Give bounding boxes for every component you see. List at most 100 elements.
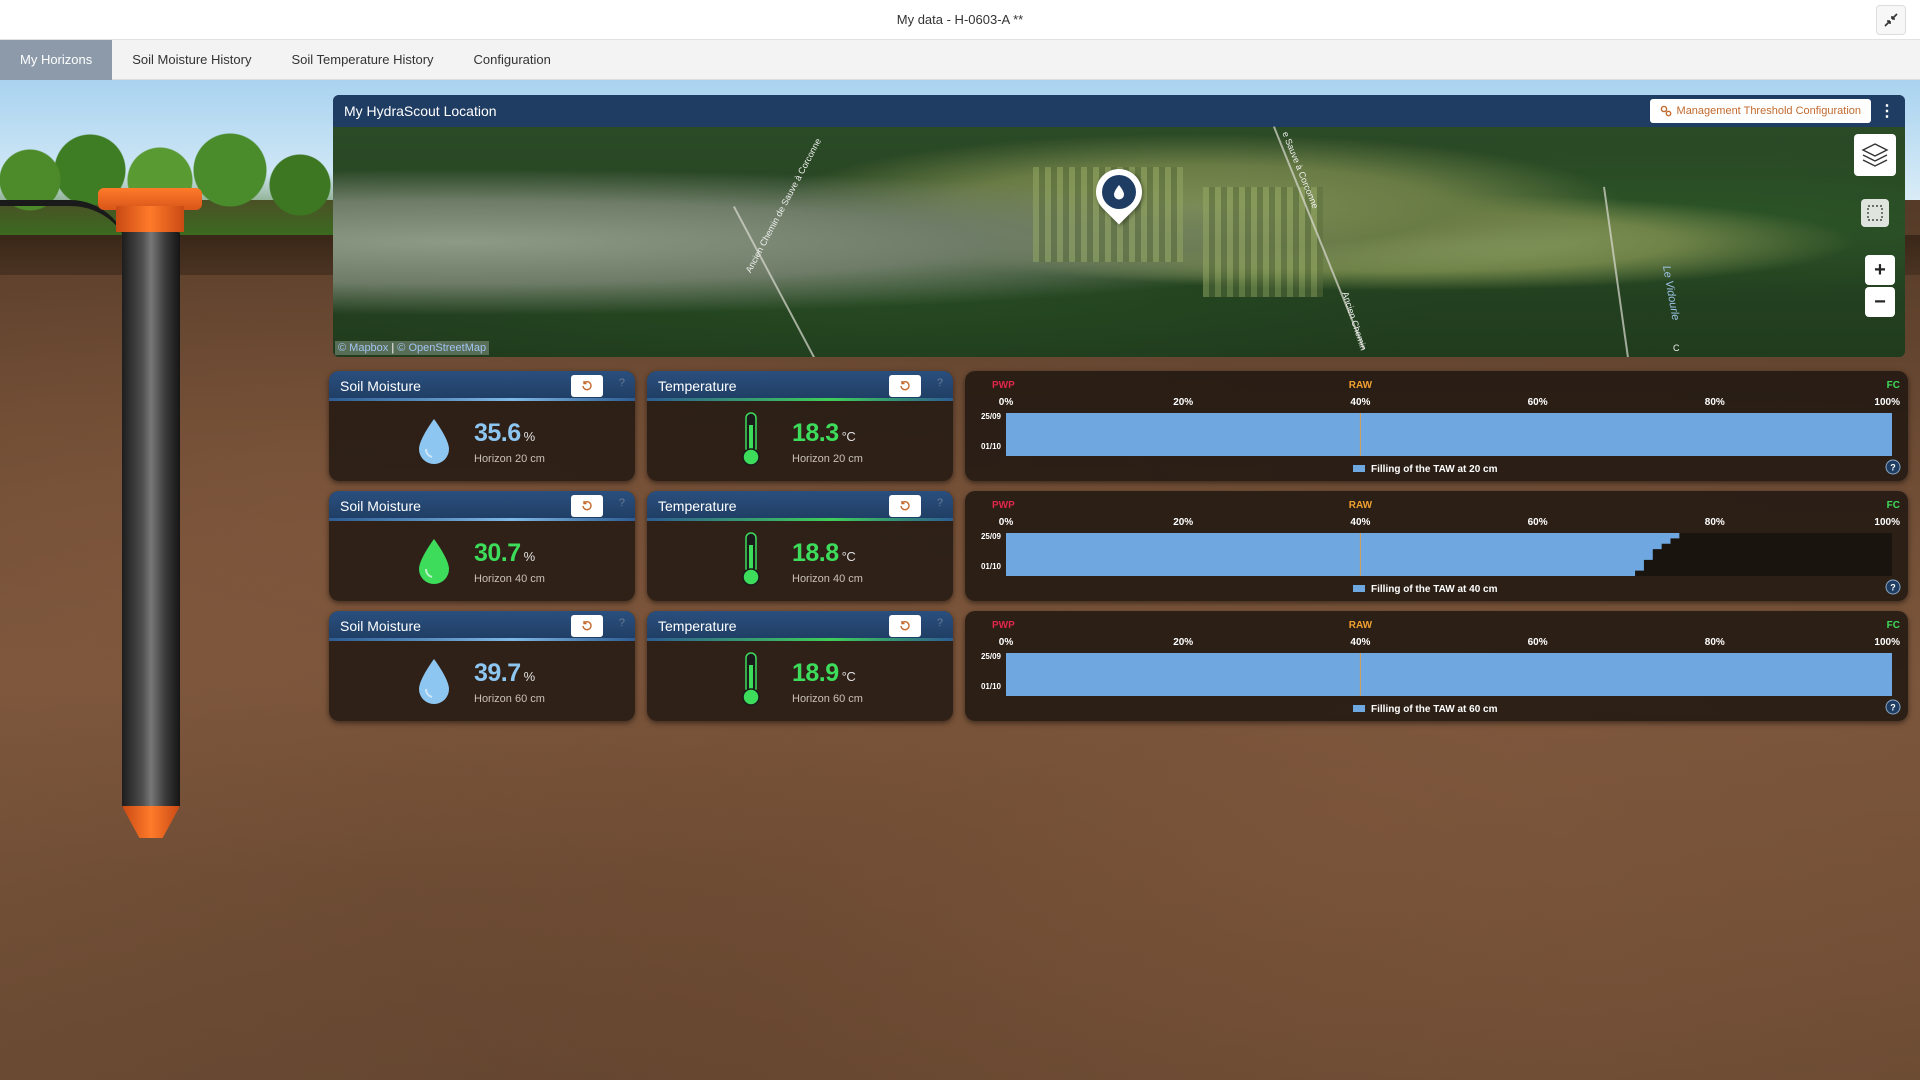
threshold-label-fc: FC [1887,500,1900,511]
moisture-number: 35.6 [474,419,521,447]
card-body: 18.8 °C Horizon 40 cm [647,521,953,601]
temperature-number: 18.3 [792,419,839,447]
water-drop-icon [419,419,449,464]
help-icon[interactable]: ? [619,377,625,389]
moisture-value: 39.7% [474,659,535,688]
map-road [733,206,829,357]
history-button[interactable] [571,615,603,637]
temperature-value: 18.3 °C [792,419,856,448]
moisture-unit: % [523,429,536,444]
x-tick-label: 0% [999,637,1014,648]
y-tick-label: 01/10 [981,562,1002,571]
help-icon[interactable]: ? [937,377,943,389]
help-icon[interactable]: ? [937,617,943,629]
zoom-out-button[interactable]: − [1865,287,1895,317]
x-tick-label: 100% [1874,637,1900,648]
map-header: My HydraScout Location Management Thresh… [333,95,1905,127]
history-button[interactable] [571,495,603,517]
layers-icon [1861,143,1889,167]
x-tick-label: 20% [1173,637,1193,648]
x-tick-label: 60% [1528,517,1548,528]
collapse-button[interactable] [1876,5,1906,35]
card-header: Soil Moisture ? [329,491,635,521]
tab-bar: My Horizons Soil Moisture History Soil T… [0,40,1920,80]
map-road [1603,186,1631,357]
taw-chart: PWP RAW FC 0% 20% 40% 60% 80% 100% 25/09 01/10 Fill… [965,491,1908,601]
legend-swatch [1353,465,1365,472]
history-button[interactable] [889,615,921,637]
water-drop-icon [419,659,449,704]
management-threshold-button[interactable]: Management Threshold Configuration [1649,99,1871,123]
moisture-value: 30.7% [474,539,535,568]
card-title: Temperature [658,498,737,514]
horizon-label: Horizon 20 cm [474,453,545,465]
moisture-value: 35.6% [474,419,535,448]
card-title: Soil Moisture [340,378,421,394]
help-icon[interactable]: ? [619,617,625,629]
temperature-unit: °C [841,549,856,564]
x-tick-label: 20% [1173,397,1193,408]
thermometer-icon [742,412,760,466]
moisture-number: 30.7 [474,539,521,567]
water-drop-icon [419,539,449,584]
compress-arrows-icon [1884,13,1898,27]
draw-area-button[interactable] [1861,199,1889,227]
help-icon-glyph: ? [1890,703,1896,713]
window-title: My data - H-0603-A ** [896,12,1024,27]
tab-soil-moisture-history[interactable]: Soil Moisture History [112,40,271,80]
management-threshold-label: Management Threshold Configuration [1676,105,1861,117]
more-options-icon[interactable]: ⋮ [1879,101,1895,121]
x-tick-label: 100% [1874,517,1900,528]
legend-label: Filling of the TAW at 40 cm [1371,584,1498,595]
help-icon[interactable]: ? [937,497,943,509]
osm-attribution-link[interactable]: © OpenStreetMap [397,342,486,354]
history-icon [900,380,910,391]
moisture-unit: % [523,669,536,684]
card-title: Soil Moisture [340,618,421,634]
moisture-unit: % [523,549,536,564]
card-body: 39.7% Horizon 60 cm [329,641,635,721]
taw-chart-svg: PWP RAW FC 0% 20% 40% 60% 80% 100% 25/09 01/10 Fill… [981,620,1901,715]
legend-label: Filling of the TAW at 60 cm [1371,704,1498,715]
tab-soil-temperature-history[interactable]: Soil Temperature History [271,40,453,80]
satellite-map[interactable]: Ancien Chemin de Sauve à Corconne e Sauv… [333,126,1905,357]
x-tick-label: 0% [999,517,1014,528]
x-tick-label: 40% [1350,517,1370,528]
history-button[interactable] [889,375,921,397]
probe-body [122,232,180,808]
attribution-separator: | [391,342,395,354]
thermometer-icon [742,652,760,706]
history-button[interactable] [889,495,921,517]
temperature-number: 18.8 [792,539,839,567]
x-tick-label: 0% [999,397,1014,408]
zoom-in-button[interactable]: + [1865,255,1895,285]
temperature-value: 18.8 °C [792,539,856,568]
card-header: Temperature ? [647,371,953,401]
x-tick-label: 40% [1350,397,1370,408]
card-header: Temperature ? [647,491,953,521]
card-body: 35.6% Horizon 20 cm [329,401,635,481]
mapbox-attribution-link[interactable]: © Mapbox [338,342,388,354]
taw-chart-svg: PWP RAW FC 0% 20% 40% 60% 80% 100% 25/09 01/10 Fill… [981,500,1901,595]
water-drop-icon [1114,185,1124,200]
y-tick-label: 25/09 [981,652,1002,661]
threshold-label-raw: RAW [1349,620,1373,631]
layers-button[interactable] [1854,134,1896,176]
tab-my-horizons[interactable]: My Horizons [0,40,113,80]
temperature-unit: °C [841,669,856,684]
history-icon [900,620,910,631]
legend-swatch [1353,705,1365,712]
help-icon-glyph: ? [1890,463,1896,473]
soil-moisture-card: Soil Moisture ? 30.7% Horizon 40 cm [329,491,635,601]
help-icon[interactable]: ? [619,497,625,509]
zoom-out-icon: − [1874,290,1886,313]
card-body: 30.7% Horizon 40 cm [329,521,635,601]
history-button[interactable] [571,375,603,397]
gears-icon [1660,105,1671,117]
tab-configuration[interactable]: Configuration [454,40,571,80]
zoom-in-icon: + [1874,258,1886,281]
threshold-label-pwp: PWP [992,620,1015,631]
x-tick-label: 80% [1705,397,1725,408]
soil-moisture-card: Soil Moisture ? 35.6% Horizon 20 cm [329,371,635,481]
location-map-panel: My HydraScout Location Management Thresh… [333,95,1905,357]
